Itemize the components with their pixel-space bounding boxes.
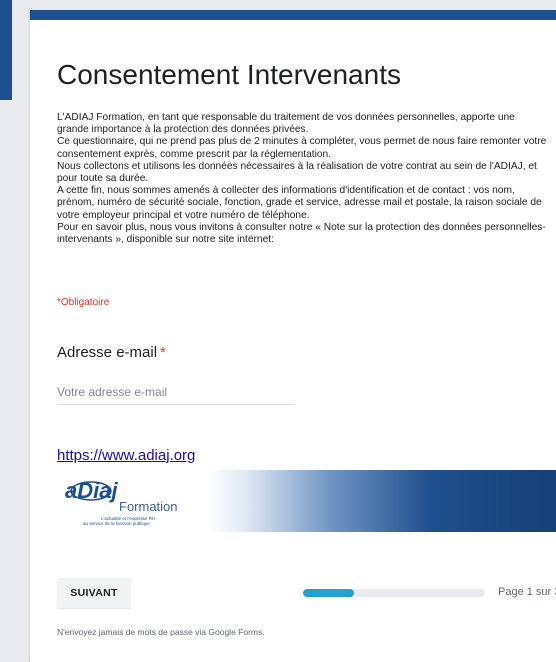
description-paragraph: Pour en savoir plus, nous vous invitons … (57, 221, 546, 246)
logo-subtitle: Formation (119, 499, 178, 514)
adiaj-logo: aDiaj Formation L'actualité et l'experti… (65, 478, 178, 526)
logo-tagline: au service de la fonction publique (83, 521, 150, 526)
email-field[interactable] (57, 380, 295, 405)
email-question-label: Adresse e-mail * (57, 344, 166, 361)
form-title: Consentement Intervenants (57, 59, 401, 90)
form-card: Consentement Intervenants L'ADIAJ Format… (30, 10, 556, 662)
progress-bar-fill (303, 589, 354, 597)
description-paragraph: A cette fin, nous sommes amenés à collec… (57, 185, 542, 221)
form-description: L'ADIAJ Formation, en tant que responsab… (57, 112, 547, 246)
adiaj-banner-image: aDiaj Formation L'actualité et l'experti… (57, 470, 556, 532)
website-link[interactable]: https://www.adiaj.org (57, 447, 195, 464)
description-paragraph: Nous collectons et utilisons les données… (57, 160, 537, 185)
required-note: *Obligatoire (57, 297, 110, 308)
next-button[interactable]: SUIVANT (57, 578, 131, 608)
description-paragraph: Ce questionnaire, qui ne prend pas plus … (57, 136, 547, 160)
progress-bar (303, 589, 485, 597)
theme-accent-strip (0, 0, 12, 100)
required-star: * (160, 344, 166, 361)
page-indicator: Page 1 sur 3 (498, 586, 556, 598)
email-question-text: Adresse e-mail (57, 344, 158, 361)
card-top-accent (30, 10, 556, 20)
description-paragraph: L'ADIAJ Formation, en tant que responsab… (57, 112, 515, 136)
form-navigation: SUIVANT Page 1 sur 3 (57, 578, 556, 608)
password-warning: N'envoyez jamais de mots de passe via Go… (57, 627, 265, 637)
logo-wordmark: aDiaj (65, 478, 118, 503)
